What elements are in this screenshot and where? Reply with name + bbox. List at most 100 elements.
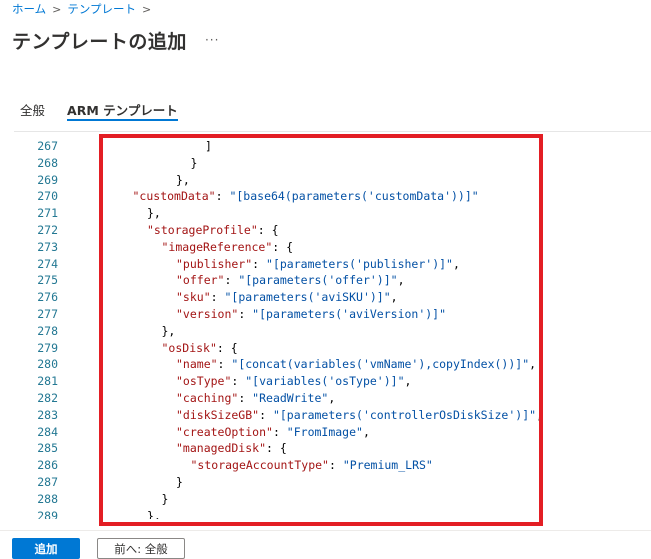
json-punctuation: , [404, 374, 412, 389]
line-number: 274 [37, 256, 58, 271]
line-number: 288 [37, 491, 58, 506]
tab-general[interactable]: 全般 [20, 97, 45, 125]
json-punctuation: : [259, 407, 273, 422]
json-punctuation: , [529, 357, 537, 372]
json-punctuation: : [224, 273, 239, 288]
line-number: 276 [37, 290, 58, 305]
json-punctuation: : [272, 424, 287, 439]
line-number: 282 [37, 391, 58, 405]
json-key: "offer" [176, 273, 225, 288]
code-line: "managedDisk": { [176, 440, 287, 457]
code-line: "version": "[parameters('aviVersion')]" [176, 306, 446, 323]
json-punctuation: : [217, 357, 232, 372]
previous-button[interactable]: 前へ: 全般 [97, 538, 185, 559]
line-number: 289 [37, 508, 58, 519]
line-number: 279 [37, 340, 58, 355]
json-punctuation: } [176, 475, 183, 489]
json-punctuation: , [536, 407, 543, 422]
json-string: "[parameters('offer')]" [238, 273, 398, 288]
page-title: テンプレートの追加 [12, 30, 187, 53]
line-number: 273 [37, 239, 58, 254]
chevron-right-icon: > [52, 2, 62, 16]
json-string: "Premium_LRS" [342, 458, 433, 473]
json-string: "[parameters('controllerOsDiskSize')]" [272, 407, 537, 422]
code-line: "storageAccountType": "Premium_LRS" [191, 457, 433, 474]
code-line: "name": "[concat(variables('vmName'),cop… [176, 356, 536, 373]
json-punctuation: , [397, 273, 405, 288]
code-line: "customData": "[base64(parameters('custo… [133, 188, 479, 205]
json-key: "storageAccountType" [190, 458, 329, 473]
code-line: "storageProfile": { [147, 222, 279, 239]
json-key: "diskSizeGB" [176, 407, 260, 422]
chevron-right-icon: > [142, 2, 152, 16]
code-line: } [176, 474, 183, 491]
json-punctuation: , [452, 256, 460, 271]
json-punctuation: : [238, 391, 253, 405]
json-string: "ReadWrite" [252, 391, 329, 405]
json-punctuation: }, [161, 323, 176, 338]
code-line: }, [176, 172, 190, 189]
json-string: "[concat(variables('vmName'),copyIndex()… [231, 357, 530, 372]
line-number: 277 [37, 307, 58, 321]
footer-bar: 追加 前へ: 全般 [0, 530, 651, 559]
more-options-icon[interactable]: ··· [205, 33, 219, 47]
json-punctuation: : { [216, 340, 238, 355]
json-punctuation: : [210, 290, 225, 305]
code-line: "caching": "ReadWrite", [176, 390, 335, 407]
code-line: }, [147, 205, 161, 222]
line-number: 270 [37, 189, 58, 204]
line-number: 285 [37, 441, 58, 456]
json-key: "publisher" [176, 256, 253, 271]
json-punctuation: : [231, 374, 246, 389]
code-line: "diskSizeGB": "[parameters('controllerOs… [176, 407, 543, 424]
json-key: "name" [176, 357, 218, 372]
add-button[interactable]: 追加 [12, 538, 80, 559]
line-number: 287 [37, 475, 58, 489]
code-line: "osDisk": { [162, 340, 238, 357]
json-string: "[parameters('aviSKU')]" [224, 290, 391, 305]
line-number: 269 [37, 172, 58, 187]
line-number: 283 [37, 407, 58, 422]
code-line: "publisher": "[parameters('publisher')]"… [176, 256, 460, 273]
code-line: ] [205, 138, 212, 155]
code-line: } [191, 155, 198, 172]
breadcrumb: ホーム > テンプレート > [12, 0, 157, 18]
json-punctuation: : [238, 307, 253, 321]
json-key: "imageReference" [161, 239, 273, 254]
line-number: 278 [37, 323, 58, 338]
line-number: 272 [37, 223, 58, 237]
json-key: "caching" [176, 391, 239, 405]
line-number: 280 [37, 357, 58, 372]
json-punctuation: : [252, 256, 267, 271]
json-key: "customData" [132, 189, 216, 204]
line-number: 268 [37, 155, 58, 170]
json-key: "storageProfile" [147, 223, 258, 237]
json-punctuation: , [328, 391, 336, 405]
json-string: "[parameters('publisher')]" [266, 256, 453, 271]
code-editor[interactable]: 267 268 269 270 271 272 273 274 275 276 277 278 279 2… [14, 131, 651, 519]
json-punctuation: }, [147, 206, 161, 221]
line-number: 267 [37, 139, 58, 153]
line-number: 275 [37, 273, 58, 288]
code-line: }, [147, 508, 161, 519]
json-punctuation: , [362, 424, 370, 439]
code-line: }, [162, 323, 176, 340]
code-line: "offer": "[parameters('offer')]", [176, 272, 405, 289]
json-string: "[parameters('aviVersion')]" [252, 307, 447, 321]
breadcrumb-home-link[interactable]: ホーム [12, 1, 46, 17]
json-punctuation: }, [147, 508, 161, 519]
code-line: "createOption": "FromImage", [176, 424, 370, 441]
json-string: "[variables('osType')]" [245, 374, 405, 389]
tab-arm-template[interactable]: ARM テンプレート [67, 97, 178, 125]
breadcrumb-templates-link[interactable]: テンプレート [67, 1, 136, 17]
json-punctuation: } [190, 155, 198, 170]
json-punctuation: : [215, 189, 230, 204]
line-number: 286 [37, 458, 58, 473]
code-line: "sku": "[parameters('aviSKU')]", [176, 289, 398, 306]
code-line: "imageReference": { [162, 239, 294, 256]
json-key: "version" [176, 307, 239, 321]
code-line: "osType": "[variables('osType')]", [176, 373, 411, 390]
json-string: "FromImage" [286, 424, 363, 439]
page-header: テンプレートの追加 ··· [12, 26, 219, 54]
json-punctuation: : [328, 458, 343, 473]
